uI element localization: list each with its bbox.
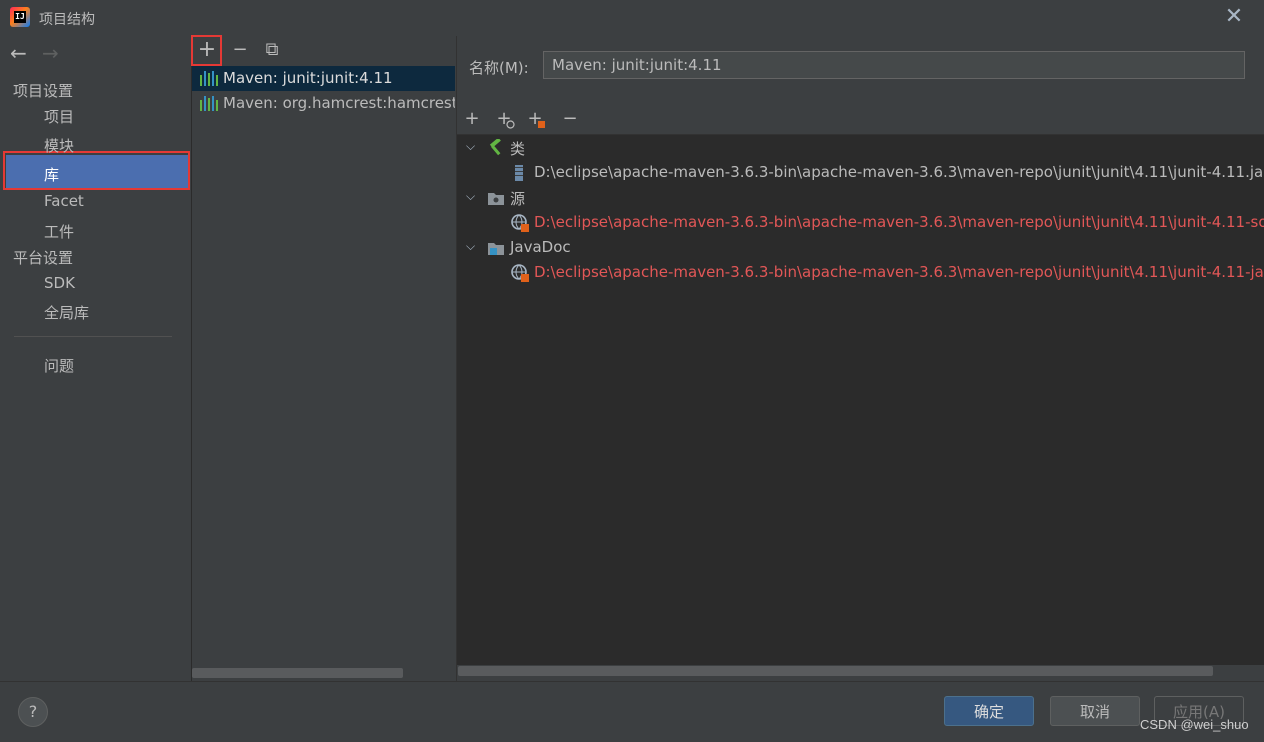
library-list-panel xyxy=(191,36,457,681)
library-icon xyxy=(200,71,218,86)
title-bar xyxy=(0,0,1264,36)
source-badge-icon xyxy=(538,121,545,128)
hammer-icon xyxy=(489,139,501,156)
globe-badge-icon xyxy=(506,120,515,129)
tree-node-javadoc[interactable]: ⌵ JavaDoc xyxy=(457,235,1264,260)
intellij-logo-icon: IJ xyxy=(10,7,30,27)
tree-path-error: D:\eclipse\apache-maven-3.6.3-bin\apache… xyxy=(534,263,1264,281)
library-name-input[interactable] xyxy=(543,51,1245,79)
add-library-button[interactable]: + xyxy=(196,39,218,61)
library-icon xyxy=(200,96,218,111)
nav-item-artifacts[interactable]: 工件 xyxy=(44,221,74,242)
chevron-down-icon: ⌵ xyxy=(466,239,476,253)
window-title: 项目结构 xyxy=(39,12,95,28)
library-label: Maven: junit:junit:4.11 xyxy=(223,69,393,87)
folder-icon xyxy=(488,193,504,205)
forward-arrow-icon[interactable]: → xyxy=(42,41,59,65)
library-list-item[interactable]: Maven: org.hamcrest:hamcrest-core:1.3 xyxy=(192,91,455,116)
chevron-down-icon: ⌵ xyxy=(466,189,476,203)
logo-text: IJ xyxy=(14,11,26,23)
back-arrow-icon[interactable]: ← xyxy=(10,41,27,65)
globe-error-icon xyxy=(511,264,529,282)
attach-jar-button[interactable]: + xyxy=(493,108,515,130)
jar-file-icon xyxy=(515,165,523,181)
tree-leaf-javadoc-path[interactable]: D:\eclipse\apache-maven-3.6.3-bin\apache… xyxy=(457,260,1264,285)
nav-item-problems[interactable]: 问题 xyxy=(44,355,74,376)
tree-leaf-sources-path[interactable]: D:\eclipse\apache-maven-3.6.3-bin\apache… xyxy=(457,210,1264,235)
remove-root-button[interactable]: − xyxy=(559,108,581,130)
library-label: Maven: org.hamcrest:hamcrest-core:1.3 xyxy=(223,94,455,112)
tree-node-sources[interactable]: ⌵ 源 xyxy=(457,185,1264,210)
nav-item-libraries[interactable]: 库 xyxy=(44,164,59,185)
add-root-button[interactable]: + xyxy=(461,108,483,130)
chevron-down-icon: ⌵ xyxy=(466,139,476,153)
details-horizontal-scrollbar[interactable] xyxy=(458,666,1213,676)
tree-label: 类 xyxy=(510,140,526,158)
globe-error-icon xyxy=(511,214,529,232)
watermark-text: CSDN @wei_shuo xyxy=(1140,717,1249,732)
copy-library-button[interactable]: ⧉ xyxy=(261,39,283,61)
nav-item-global-libraries[interactable]: 全局库 xyxy=(44,302,89,323)
tree-label: JavaDoc xyxy=(510,238,571,256)
name-label: 名称(M): xyxy=(469,59,529,77)
close-icon[interactable]: ✕ xyxy=(1224,6,1244,28)
tree-path: D:\eclipse\apache-maven-3.6.3-bin\apache… xyxy=(534,163,1264,181)
nav-header-project-settings: 项目设置 xyxy=(13,82,74,100)
settings-nav-panel xyxy=(0,36,190,681)
library-list-scrollbar[interactable] xyxy=(192,668,403,678)
remove-library-button[interactable]: − xyxy=(229,39,251,61)
ok-button[interactable]: 确定 xyxy=(944,696,1034,726)
tree-leaf-classes-path[interactable]: D:\eclipse\apache-maven-3.6.3-bin\apache… xyxy=(457,160,1264,185)
nav-item-facets[interactable]: Facet xyxy=(44,192,84,210)
nav-divider xyxy=(14,336,172,337)
nav-header-platform-settings: 平台设置 xyxy=(13,249,74,267)
nav-item-sdk[interactable]: SDK xyxy=(44,274,75,292)
tree-node-classes[interactable]: ⌵ 类 xyxy=(457,135,1264,160)
tree-path-error: D:\eclipse\apache-maven-3.6.3-bin\apache… xyxy=(534,213,1264,231)
help-button[interactable]: ? xyxy=(18,697,48,727)
cancel-button[interactable]: 取消 xyxy=(1050,696,1140,726)
library-list-item[interactable]: Maven: junit:junit:4.11 xyxy=(192,66,455,91)
nav-item-modules[interactable]: 模块 xyxy=(44,135,74,156)
nav-item-project[interactable]: 项目 xyxy=(44,106,74,127)
attach-source-button[interactable]: + xyxy=(524,108,546,130)
tree-label: 源 xyxy=(510,190,526,208)
annotation-red-box xyxy=(3,151,190,190)
javadoc-folder-icon xyxy=(488,243,504,255)
